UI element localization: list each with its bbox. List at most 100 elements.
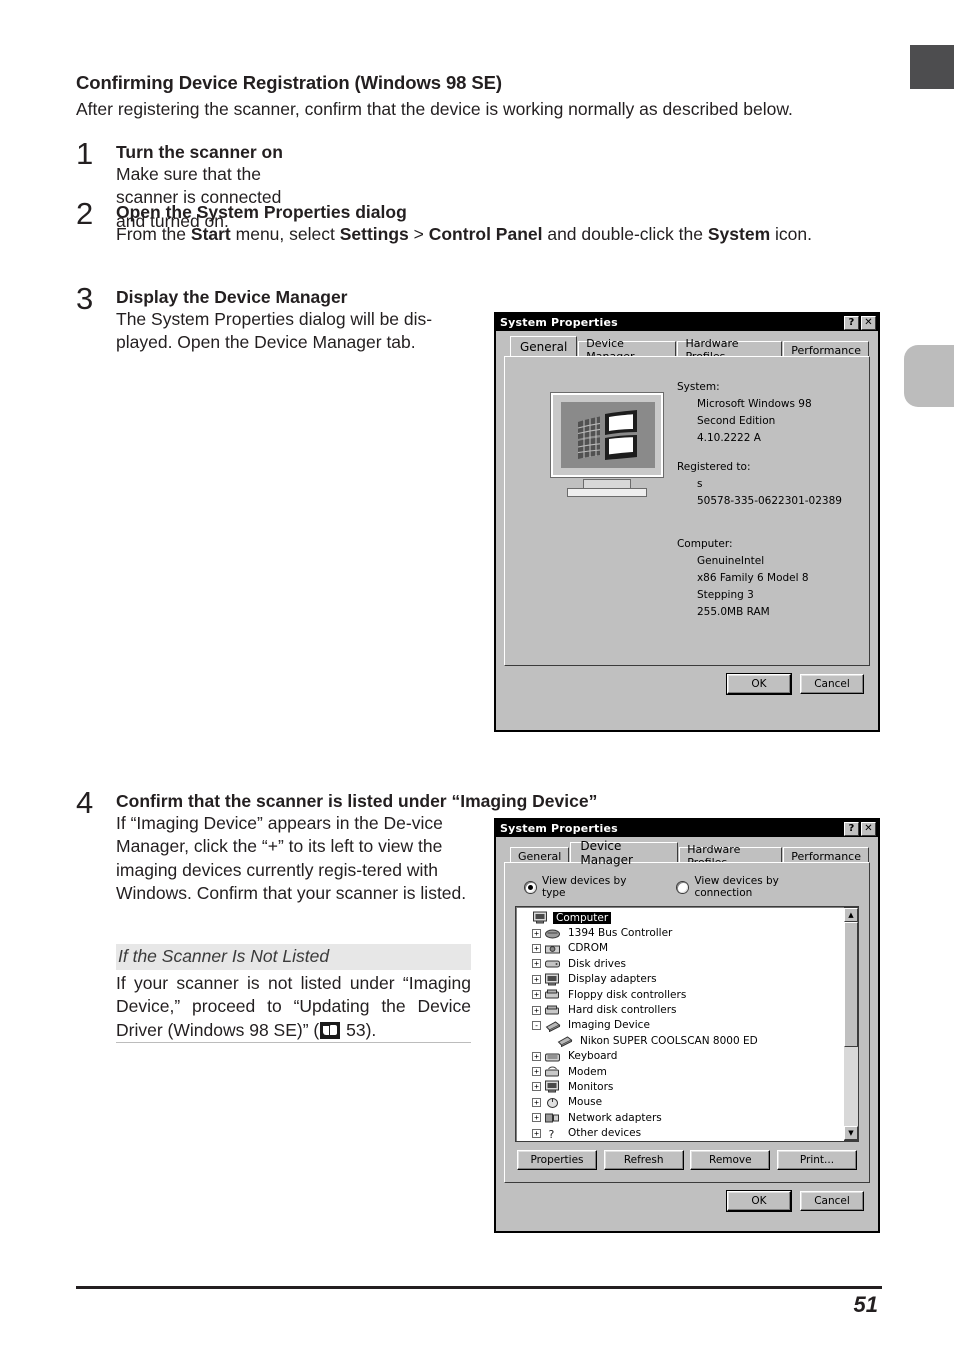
device-tree-label: 1394 Bus Controller <box>568 927 673 940</box>
cdrom-icon <box>545 945 560 954</box>
footer-rule <box>76 1286 882 1289</box>
tree-expander-plus-icon[interactable]: + <box>532 1113 541 1123</box>
system-value-edition: Second Edition <box>696 415 776 427</box>
device-tree-scrollbar[interactable]: ▲ ▼ <box>844 907 859 1141</box>
device-tree-label: Imaging Device <box>568 1019 650 1032</box>
device-tree-label: CDROM <box>568 942 609 955</box>
print-button[interactable]: Print... <box>776 1150 857 1170</box>
device-tree-label: Mouse <box>568 1096 603 1109</box>
step-2-heading: Open the System Properties dialog <box>116 202 407 222</box>
dialog2-button-row: OK Cancel <box>504 1183 870 1212</box>
refresh-button[interactable]: Refresh <box>603 1150 684 1170</box>
step-4-text: If “Imaging Device” appears in the De-vi… <box>116 813 467 903</box>
device-tree-row[interactable]: + Hard disk controllers <box>520 1002 844 1017</box>
help-icon[interactable]: ? <box>844 821 859 836</box>
radio-view-by-connection-label: View devices by connection <box>694 875 779 899</box>
radio-view-by-connection[interactable]: View devices by connection <box>677 875 815 899</box>
device-tree-label: Computer <box>553 911 612 924</box>
system-value-os: Microsoft Windows 98 <box>696 398 812 410</box>
radio-view-by-type[interactable]: View devices by type <box>525 875 633 899</box>
device-tree-row[interactable]: + Mouse <box>520 1095 844 1110</box>
device-tree-row[interactable]: + Floppy disk controllers <box>520 987 844 1002</box>
properties-button[interactable]: Properties <box>517 1150 597 1170</box>
device-tree-row[interactable]: + Disk drives <box>520 956 844 971</box>
close-icon[interactable]: ✕ <box>861 821 876 836</box>
tree-expander-plus-icon[interactable]: + <box>532 1005 541 1015</box>
tab-device-manager[interactable]: Device Manager <box>570 839 679 867</box>
registered-to-label: Registered to: <box>676 461 751 473</box>
scrollbar-track[interactable] <box>844 1047 858 1126</box>
system-properties-dialog-device-manager: System Properties ? ✕ General Device Man… <box>494 818 880 1233</box>
dialog2-titlebar[interactable]: System Properties ? ✕ <box>496 820 878 837</box>
remove-button[interactable]: Remove <box>690 1150 771 1170</box>
tree-expander-plus-icon[interactable]: + <box>532 959 541 969</box>
tree-expander-placeholder <box>520 913 529 922</box>
step-2-text-mid3: and double-click the <box>542 224 708 244</box>
device-tree[interactable]: Computer +1394 Bus Controller + CDROM + Disk … <box>516 907 844 1141</box>
device-tree-row[interactable]: + Network adapters <box>520 1110 844 1125</box>
scroll-up-icon[interactable]: ▲ <box>844 908 858 922</box>
system-properties-dialog-general: System Properties ? ✕ General Device Man… <box>494 312 880 732</box>
device-tree-row[interactable]: + Keyboard <box>520 1049 844 1064</box>
floppy-controller-icon <box>545 989 559 999</box>
monitor-icon <box>545 1080 559 1093</box>
ok-button[interactable]: OK <box>726 673 792 695</box>
tree-expander-plus-icon[interactable]: + <box>532 974 541 984</box>
other-device-icon: ? <box>549 1128 555 1140</box>
tree-expander-minus-icon[interactable]: - <box>532 1020 541 1030</box>
tab-general[interactable]: General <box>510 336 578 356</box>
dialog-tabstrip: General Device Manager Hardware Profiles… <box>504 336 870 363</box>
scrollbar-thumb[interactable] <box>844 922 858 1047</box>
step-3-heading: Display the Device Manager <box>116 287 348 307</box>
computer-ram: 255.0MB RAM <box>696 606 770 618</box>
device-tree-row[interactable]: + Display adapters <box>520 972 844 987</box>
registered-to-key: 50578-335-0622301-02389 <box>696 495 842 507</box>
hard-disk-controller-icon <box>545 1005 559 1015</box>
device-tree-row[interactable]: +1394 Bus Controller <box>520 925 844 940</box>
device-tree-row[interactable]: + CDROM <box>520 941 844 956</box>
tree-expander-plus-icon[interactable]: + <box>532 943 541 953</box>
ok-button[interactable]: OK <box>726 1190 792 1212</box>
device-tree-row[interactable]: +? Other devices <box>520 1125 844 1140</box>
step-2-bold-control-panel: Control Panel <box>428 224 543 244</box>
cancel-button[interactable]: Cancel <box>800 1191 864 1211</box>
device-tree-row[interactable]: + Modem <box>520 1064 844 1079</box>
device-tree-label: Monitors <box>568 1080 614 1093</box>
scroll-down-icon[interactable]: ▼ <box>844 1126 858 1140</box>
tree-expander-plus-icon[interactable]: + <box>532 1097 541 1107</box>
tree-expander-plus-icon[interactable]: + <box>532 990 541 1000</box>
step-4-heading: Confirm that the scanner is listed under… <box>116 791 598 811</box>
imaging-device-icon <box>545 1021 561 1032</box>
registered-to-name: s <box>696 478 703 490</box>
step-3-number: 3 <box>76 281 94 316</box>
note-heading: If the Scanner Is Not Listed <box>116 944 471 970</box>
device-tree-row[interactable]: - Imaging Device <box>520 1018 844 1033</box>
device-tree-row[interactable]: Computer <box>520 910 844 925</box>
cancel-button[interactable]: Cancel <box>800 674 864 694</box>
device-tree-row[interactable]: + Monitors <box>520 1079 844 1094</box>
tree-expander-plus-icon[interactable]: + <box>532 1067 541 1077</box>
dialog-titlebar[interactable]: System Properties ? ✕ <box>496 314 878 331</box>
device-tree-label: Floppy disk controllers <box>568 988 687 1001</box>
help-icon[interactable]: ? <box>844 315 859 330</box>
computer-cpu: x86 Family 6 Model 8 Stepping 3 <box>696 572 809 601</box>
device-tree-label: Hard disk controllers <box>568 1004 677 1017</box>
tree-expander-plus-icon[interactable]: + <box>532 1051 541 1061</box>
svg-text:?: ? <box>549 1128 555 1140</box>
dialog-button-row: OK Cancel <box>504 666 870 695</box>
keyboard-icon <box>545 1053 560 1062</box>
radio-dot-icon <box>677 881 689 893</box>
windows-logo-icon <box>577 410 637 460</box>
device-tree-row[interactable]: Nikon SUPER COOLSCAN 8000 ED <box>520 1033 844 1048</box>
tree-expander-placeholder <box>544 1036 553 1045</box>
step-2-text-mid2: > <box>408 224 429 244</box>
device-manager-button-row: Properties Refresh Remove Print... <box>515 1142 859 1174</box>
step-2-bold-settings: Settings <box>339 224 409 244</box>
dialog2-tabstrip: General Device Manager Hardware Profiles… <box>504 839 870 869</box>
step-3-text: The System Properties dialog will be dis… <box>116 309 433 353</box>
close-icon[interactable]: ✕ <box>861 315 876 330</box>
tree-expander-plus-icon[interactable]: + <box>532 928 541 938</box>
tree-expander-plus-icon[interactable]: + <box>532 1128 541 1138</box>
tree-expander-plus-icon[interactable]: + <box>532 1082 541 1092</box>
step-2-number: 2 <box>76 196 94 231</box>
